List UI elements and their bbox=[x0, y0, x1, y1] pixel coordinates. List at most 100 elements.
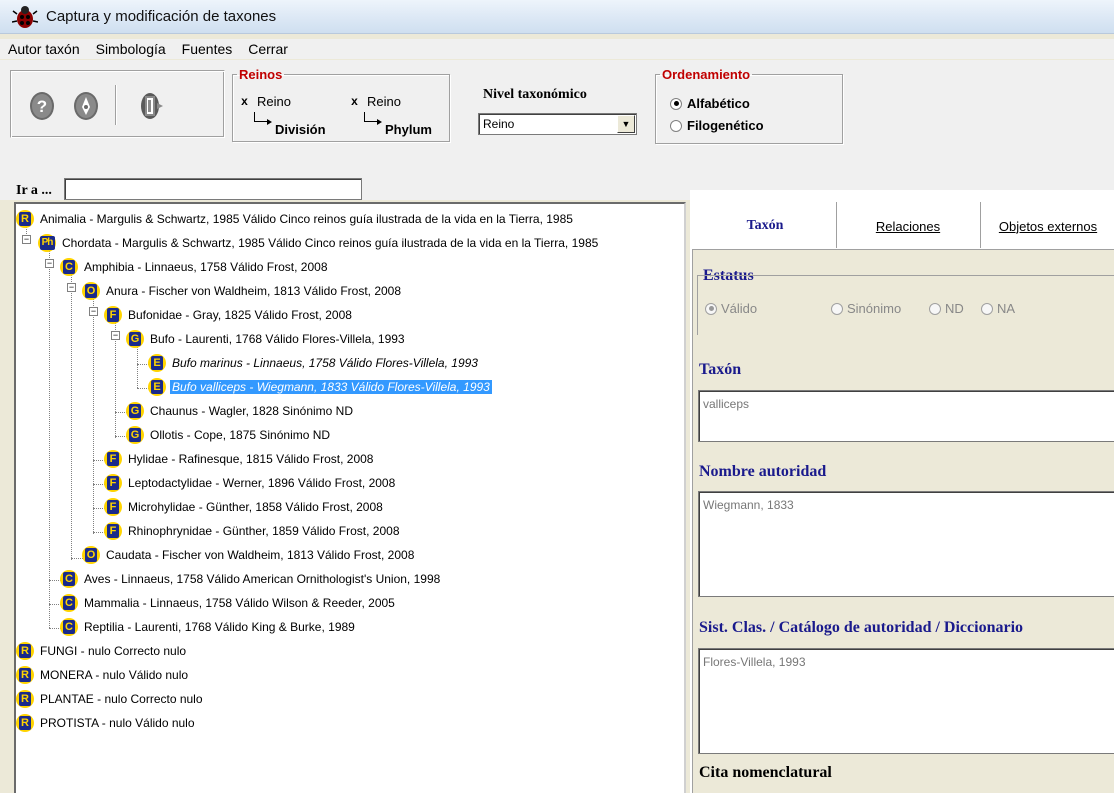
tab-objetos-externos[interactable]: Objetos externos bbox=[982, 204, 1114, 248]
radio-label: ND bbox=[945, 301, 964, 316]
familia-badge-icon: F bbox=[104, 306, 122, 324]
tree-node[interactable]: E Bufo marinus - Linnaeus, 1758 Válido F… bbox=[148, 354, 480, 372]
toolbar-separator bbox=[115, 85, 117, 125]
especie-badge-icon: E bbox=[148, 354, 166, 372]
tree-node[interactable]: F Leptodactylidae - Werner, 1896 Válido … bbox=[104, 474, 397, 492]
radio-label: Filogenético bbox=[687, 118, 764, 133]
taxon-label: Taxón bbox=[699, 361, 742, 378]
reino-badge-icon: R bbox=[16, 666, 34, 684]
collapse-toggle[interactable]: − bbox=[45, 259, 54, 268]
taxon-field[interactable]: valliceps bbox=[698, 390, 1114, 442]
menu-fuentes[interactable]: Fuentes bbox=[174, 41, 241, 57]
sist-clas-field[interactable]: Flores-Villela, 1993 bbox=[698, 648, 1114, 754]
taxon-tree[interactable]: − − − − − R Animalia - Margulis & Schwar… bbox=[14, 202, 686, 793]
checkbox-mark: x bbox=[351, 94, 358, 108]
clase-badge-icon: C bbox=[60, 258, 78, 276]
reinos-legend: Reinos bbox=[239, 67, 283, 82]
tree-line bbox=[93, 288, 94, 534]
orden-badge-icon: O bbox=[82, 546, 100, 564]
radio-sinonimo[interactable]: Sinónimo bbox=[831, 301, 901, 316]
radio-filogenetico[interactable]: Filogenético bbox=[670, 118, 764, 133]
tree-node[interactable]: R MONERA - nulo Válido nulo bbox=[16, 666, 190, 684]
radio-valido[interactable]: Válido bbox=[705, 301, 757, 316]
tree-node[interactable]: R PLANTAE - nulo Correcto nulo bbox=[16, 690, 205, 708]
radio-label: Sinónimo bbox=[847, 301, 902, 316]
reino-phylum-checkbox[interactable]: x Reino bbox=[348, 94, 401, 109]
division-label: División bbox=[275, 122, 326, 137]
menu-cerrar[interactable]: Cerrar bbox=[240, 41, 296, 57]
tree-node[interactable]: C Aves - Linnaeus, 1758 Válido American … bbox=[60, 570, 442, 588]
familia-badge-icon: F bbox=[104, 522, 122, 540]
chevron-down-icon[interactable]: ▼ bbox=[617, 115, 635, 133]
radio-label: Válido bbox=[721, 301, 758, 316]
ir-a-label: Ir a ... bbox=[16, 183, 52, 198]
taxon-tab-body: Estatus Válido Sinónimo ND NA Taxón vall… bbox=[692, 249, 1114, 793]
pen-icon[interactable] bbox=[71, 91, 101, 121]
radio-dot bbox=[981, 302, 993, 315]
reino-badge-icon: R bbox=[16, 642, 34, 660]
nombre-autoridad-label: Nombre autoridad bbox=[699, 463, 827, 480]
radio-alfabetico[interactable]: Alfabético bbox=[670, 96, 750, 111]
collapse-toggle[interactable]: − bbox=[67, 283, 76, 292]
tree-node[interactable]: C Mammalia - Linnaeus, 1758 Válido Wilso… bbox=[60, 594, 397, 612]
radio-dot bbox=[929, 302, 941, 315]
tree-node[interactable]: R Animalia - Margulis & Schwartz, 1985 V… bbox=[16, 210, 575, 228]
clase-badge-icon: C bbox=[60, 618, 78, 636]
cita-nomenclatural-label: Cita nomenclatural bbox=[699, 764, 832, 781]
nivel-taxonomico-select[interactable]: Reino ▼ bbox=[478, 113, 637, 135]
radio-na[interactable]: NA bbox=[981, 301, 1015, 316]
clase-badge-icon: C bbox=[60, 594, 78, 612]
toolbar: ? bbox=[10, 70, 225, 138]
familia-badge-icon: F bbox=[104, 474, 122, 492]
reino-badge-icon: R bbox=[16, 714, 34, 732]
radio-label: NA bbox=[997, 301, 1016, 316]
bug-icon bbox=[12, 5, 38, 28]
tree-node-selected[interactable]: E Bufo valliceps - Wiegmann, 1833 Válido… bbox=[148, 378, 492, 396]
radio-dot bbox=[705, 302, 717, 315]
tree-node[interactable]: Ph Chordata - Margulis & Schwartz, 1985 … bbox=[38, 234, 600, 252]
menu-bar: Autor taxón Simbología Fuentes Cerrar bbox=[0, 39, 1114, 59]
menu-simbologia[interactable]: Simbología bbox=[88, 41, 174, 57]
collapse-toggle[interactable]: − bbox=[89, 307, 98, 316]
especie-badge-icon: E bbox=[148, 378, 166, 396]
phylum-badge-icon: Ph bbox=[38, 234, 56, 252]
menu-autor-taxon[interactable]: Autor taxón bbox=[0, 41, 88, 57]
genero-badge-icon: G bbox=[126, 402, 144, 420]
tab-strip: Taxón Relaciones Objetos externos bbox=[690, 196, 1114, 248]
clase-badge-icon: C bbox=[60, 570, 78, 588]
tree-node[interactable]: R FUNGI - nulo Correcto nulo bbox=[16, 642, 188, 660]
tree-node[interactable]: F Hylidae - Rafinesque, 1815 Válido Fros… bbox=[104, 450, 375, 468]
tree-node[interactable]: G Chaunus - Wagler, 1828 Sinónimo ND bbox=[126, 402, 355, 420]
estatus-frame bbox=[697, 275, 1114, 335]
radio-label: Alfabético bbox=[687, 96, 750, 111]
svg-text:?: ? bbox=[37, 97, 47, 116]
exit-door-icon[interactable] bbox=[137, 91, 167, 121]
collapse-toggle[interactable]: − bbox=[22, 235, 31, 244]
tree-node[interactable]: O Caudata - Fischer von Waldheim, 1813 V… bbox=[82, 546, 416, 564]
familia-badge-icon: F bbox=[104, 498, 122, 516]
checkbox-label: Reino bbox=[367, 94, 401, 109]
reino-badge-icon: R bbox=[16, 690, 34, 708]
tree-node[interactable]: G Ollotis - Cope, 1875 Sinónimo ND bbox=[126, 426, 332, 444]
tree-node[interactable]: F Microhylidae - Günther, 1858 Válido Fr… bbox=[104, 498, 385, 516]
ir-a-input[interactable] bbox=[64, 178, 362, 200]
nombre-autoridad-field[interactable]: Wiegmann, 1833 bbox=[698, 491, 1114, 597]
tab-taxon[interactable]: Taxón bbox=[694, 204, 836, 248]
tree-node[interactable]: F Rhinophrynidae - Günther, 1859 Válido … bbox=[104, 522, 402, 540]
collapse-toggle[interactable]: − bbox=[111, 331, 120, 340]
tree-node[interactable]: C Reptilia - Laurenti, 1768 Válido King … bbox=[60, 618, 357, 636]
radio-nd[interactable]: ND bbox=[929, 301, 964, 316]
radio-dot bbox=[670, 119, 682, 132]
phylum-label: Phylum bbox=[385, 122, 432, 137]
tree-node[interactable]: R PROTISTA - nulo Válido nulo bbox=[16, 714, 197, 732]
tree-node[interactable]: G Bufo - Laurenti, 1768 Válido Flores-Vi… bbox=[126, 330, 407, 348]
arrow-connector bbox=[254, 112, 272, 125]
tree-node[interactable]: O Anura - Fischer von Waldheim, 1813 Vál… bbox=[82, 282, 403, 300]
reino-division-checkbox[interactable]: x Reino bbox=[238, 94, 291, 109]
sist-clas-label: Sist. Clas. / Catálogo de autoridad / Di… bbox=[699, 619, 1024, 636]
tab-relaciones[interactable]: Relaciones bbox=[838, 204, 978, 248]
help-icon[interactable]: ? bbox=[27, 91, 57, 121]
tree-node[interactable]: F Bufonidae - Gray, 1825 Válido Frost, 2… bbox=[104, 306, 354, 324]
detail-panel: Taxón Relaciones Objetos externos Estatu… bbox=[690, 190, 1114, 793]
tree-node[interactable]: C Amphibia - Linnaeus, 1758 Válido Frost… bbox=[60, 258, 330, 276]
